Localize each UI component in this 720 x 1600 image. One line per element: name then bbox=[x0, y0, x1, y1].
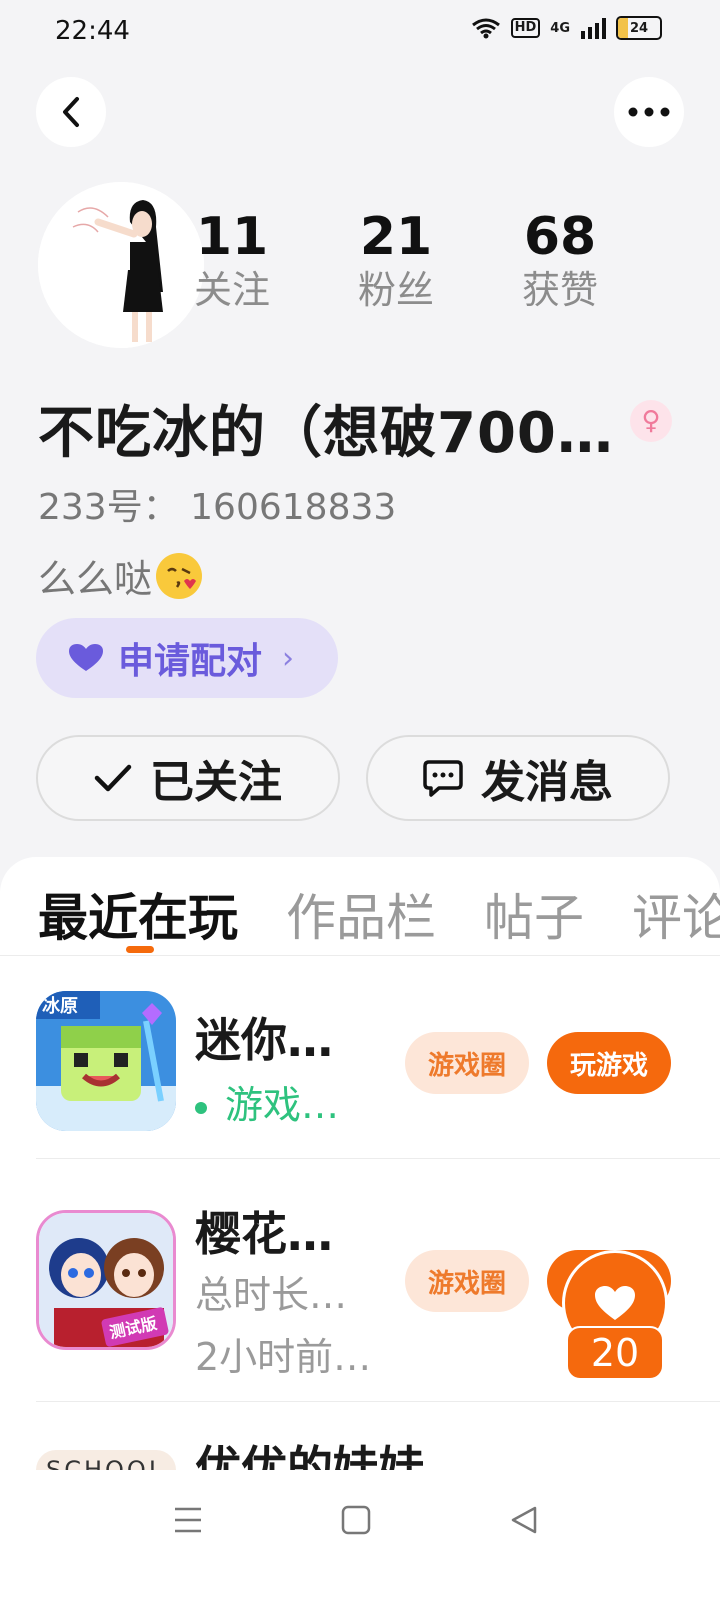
more-icon bbox=[628, 107, 670, 117]
game-icon-text: SCHOOL bbox=[46, 1456, 165, 1470]
game-icon-mini-world[interactable]: 冰原 bbox=[36, 991, 176, 1131]
apply-pair-button[interactable]: 申请配对 › bbox=[36, 618, 338, 698]
back-arrow-icon bbox=[63, 97, 79, 127]
followed-label: 已关注 bbox=[150, 757, 282, 808]
wifi-icon bbox=[471, 18, 500, 39]
followed-button[interactable]: 已关注 bbox=[36, 735, 340, 821]
game-icon-school[interactable]: SCHOOL bbox=[36, 1450, 176, 1470]
menu-nav-button[interactable] bbox=[158, 1500, 218, 1540]
square-icon bbox=[341, 1505, 371, 1535]
divider bbox=[0, 955, 720, 956]
game-circle-button[interactable]: 游戏圈 bbox=[405, 1250, 529, 1312]
battery-icon: 24 bbox=[616, 16, 662, 40]
like-count: 20 bbox=[566, 1326, 664, 1380]
game-circle-button[interactable]: 游戏圈 bbox=[405, 1032, 529, 1094]
row-divider bbox=[36, 1158, 720, 1159]
heart-icon bbox=[595, 1286, 635, 1320]
like-float-button[interactable]: 20 bbox=[560, 1250, 670, 1380]
check-icon bbox=[94, 764, 132, 792]
tab-works[interactable]: 作品栏 bbox=[286, 878, 436, 950]
chevron-right-icon: › bbox=[282, 640, 295, 676]
triangle-back-icon bbox=[511, 1506, 537, 1534]
likes-label: 获赞 bbox=[521, 268, 598, 312]
back-nav-button[interactable] bbox=[494, 1500, 554, 1540]
fans-stat[interactable]: 21 粉丝 bbox=[336, 208, 456, 314]
send-message-label: 发消息 bbox=[481, 757, 613, 808]
game-title[interactable]: 迷你… bbox=[195, 1004, 333, 1070]
hd-icon: HD bbox=[510, 18, 541, 38]
battery-level: 24 bbox=[629, 20, 649, 36]
following-label: 关注 bbox=[193, 268, 270, 312]
following-count: 11 bbox=[195, 207, 269, 267]
send-message-button[interactable]: 发消息 bbox=[366, 735, 670, 821]
likes-stat[interactable]: 68 获赞 bbox=[500, 208, 620, 314]
following-stat[interactable]: 11 关注 bbox=[172, 208, 292, 314]
female-icon: ♀ bbox=[630, 400, 672, 442]
status-icons: HD 4G 24 bbox=[471, 16, 662, 40]
back-button[interactable] bbox=[36, 77, 106, 147]
user-id[interactable]: 233号： 160618833 bbox=[38, 478, 396, 530]
status-time: 22:44 bbox=[55, 16, 130, 46]
game-icon-text: 冰原 bbox=[42, 995, 78, 1017]
profile-tabs: 最近在玩 作品栏 帖子 评论 bbox=[38, 878, 720, 950]
network-label: 4G bbox=[550, 20, 570, 36]
game-status-text: 游戏… bbox=[225, 1083, 340, 1127]
total-playtime: 总时长… bbox=[195, 1273, 348, 1317]
more-options-button[interactable] bbox=[614, 77, 684, 147]
fans-count: 21 bbox=[359, 207, 433, 267]
game-title[interactable]: 优优的娃娃 bbox=[195, 1432, 425, 1470]
game-status: 游戏… bbox=[195, 1074, 339, 1129]
last-played: 2小时前… bbox=[195, 1335, 372, 1379]
game-title[interactable]: 樱花… bbox=[195, 1198, 333, 1264]
play-game-button[interactable]: 玩游戏 bbox=[547, 1032, 671, 1094]
bio: 么么哒 bbox=[38, 548, 203, 603]
signal-icon bbox=[581, 18, 606, 39]
game-icon-sakura[interactable]: 测试版 bbox=[36, 1210, 176, 1350]
likes-count: 68 bbox=[523, 207, 597, 267]
tab-comments[interactable]: 评论 bbox=[632, 878, 720, 950]
fans-label: 粉丝 bbox=[357, 268, 434, 312]
chat-bubble-icon bbox=[423, 760, 463, 797]
tab-recent-played[interactable]: 最近在玩 bbox=[38, 878, 238, 950]
tab-indicator bbox=[126, 946, 154, 953]
bio-text: 么么哒 bbox=[38, 557, 153, 601]
tab-posts[interactable]: 帖子 bbox=[484, 878, 584, 950]
row-divider bbox=[36, 1401, 720, 1402]
menu-icon bbox=[175, 1507, 201, 1533]
apply-pair-label: 申请配对 bbox=[118, 641, 263, 682]
home-nav-button[interactable] bbox=[326, 1500, 386, 1540]
kiss-emoji-icon bbox=[156, 552, 203, 599]
online-dot-icon bbox=[195, 1101, 207, 1114]
profile-name: 不吃冰的（想破700… bbox=[38, 401, 614, 466]
heart-icon bbox=[69, 644, 103, 671]
